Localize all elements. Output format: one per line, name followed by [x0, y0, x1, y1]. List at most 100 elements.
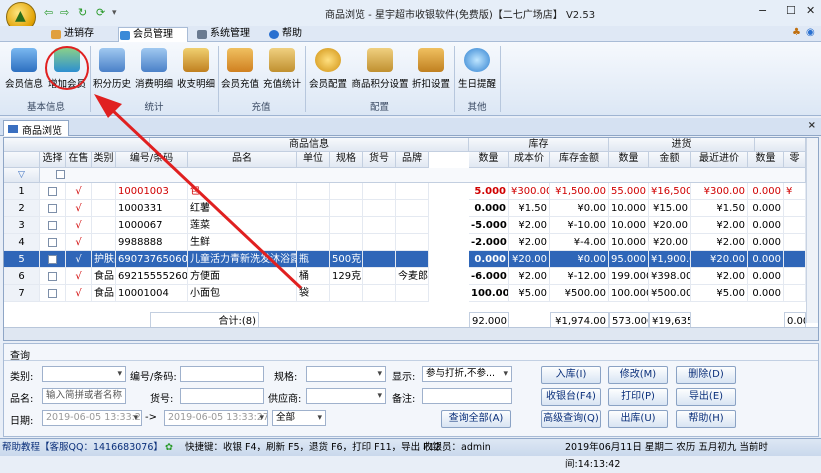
huohao-input[interactable] [180, 388, 264, 404]
filter-row[interactable] [40, 168, 806, 183]
quick-access-dropdown-icon[interactable]: ▾ [112, 8, 117, 18]
column-header[interactable]: 成本价 [509, 152, 550, 168]
close-tab-button[interactable]: × [808, 120, 816, 131]
column-header[interactable]: 单位 [297, 152, 330, 168]
query-all-button[interactable]: 查询全部(A) [441, 410, 511, 428]
checkbox[interactable] [48, 186, 57, 196]
help-button[interactable]: 帮助(H) [676, 410, 736, 428]
note-input[interactable] [422, 388, 512, 404]
member-config-button[interactable]: 会员配置 [307, 48, 349, 90]
column-header[interactable]: 类别 [92, 152, 116, 168]
tab-system-management[interactable]: 系统管理 [196, 27, 262, 42]
points-history-button[interactable]: 积分历史 [92, 48, 132, 90]
income-expense-button[interactable]: 收支明细 [176, 48, 216, 90]
row-select-checkbox[interactable] [40, 268, 66, 285]
maximize-button[interactable]: ☐ [786, 4, 796, 17]
modify-button[interactable]: 修改(M) [608, 366, 668, 384]
date-range-select[interactable]: 全部 [272, 410, 326, 426]
row-select-checkbox[interactable] [40, 251, 66, 268]
display-label: 显示: [392, 372, 416, 383]
display-select[interactable]: 参与打折,不参... [422, 366, 512, 382]
forward-icon[interactable]: ⇨ [60, 6, 69, 19]
column-header[interactable]: 最近进价 [691, 152, 748, 168]
checkbox[interactable] [48, 203, 57, 213]
stock-out-button[interactable]: 出库(U) [608, 410, 668, 428]
cell-cat [92, 200, 116, 217]
column-header[interactable]: 库存金额 [550, 152, 609, 168]
row-select-checkbox[interactable] [40, 285, 66, 302]
sync-icon[interactable]: ⟳ [96, 6, 105, 19]
column-header[interactable]: 金额 [649, 152, 691, 168]
cell-in_qty: 199.000 [609, 268, 649, 285]
export-button[interactable]: 导出(E) [676, 388, 736, 406]
column-header[interactable]: 数量 [748, 152, 784, 168]
consumption-detail-button[interactable]: 消费明细 [134, 48, 174, 90]
button-label: 生日提醒 [457, 79, 496, 90]
filter-icon[interactable]: ▽ [4, 168, 40, 183]
code-input[interactable] [180, 366, 264, 382]
cart-icon[interactable]: ♣ [792, 27, 801, 38]
cell-name: 包 [188, 183, 297, 200]
recharge-icon [227, 48, 253, 72]
category-select[interactable] [42, 366, 126, 382]
spec-select[interactable] [306, 366, 386, 382]
help-tutorial-link[interactable]: 帮助教程【客服QQ：1416683076】 [2, 439, 163, 456]
horizontal-scrollbar[interactable] [4, 327, 818, 340]
advanced-query-button[interactable]: 高级查询(Q) [541, 410, 601, 428]
column-header[interactable]: 规格 [330, 152, 363, 168]
discount-settings-button[interactable]: 折扣设置 [410, 48, 452, 90]
tab-member-management[interactable]: 会员管理 [118, 27, 188, 43]
tab-jinxiaocun[interactable]: 进销存 [50, 27, 108, 42]
checkbox[interactable] [48, 288, 57, 298]
column-header[interactable]: 零 [784, 152, 806, 168]
help-circle-icon[interactable]: ◉ [806, 27, 815, 38]
member-recharge-button[interactable]: 会员充值 [220, 48, 260, 90]
vertical-scrollbar[interactable] [806, 138, 818, 323]
recharge-stats-icon [269, 48, 295, 72]
consumption-detail-icon [141, 48, 167, 72]
delete-button[interactable]: 删除(D) [676, 366, 736, 384]
checkbox[interactable] [48, 237, 57, 247]
checkbox[interactable] [48, 271, 57, 281]
name-input[interactable]: 输入简拼或者名称 [42, 388, 126, 404]
column-header[interactable]: 货号 [363, 152, 396, 168]
column-header[interactable]: 品名 [188, 152, 297, 168]
back-icon[interactable]: ⇦ [44, 6, 53, 19]
filter-select-checkbox[interactable] [56, 170, 65, 179]
column-header[interactable]: 品牌 [396, 152, 429, 168]
member-info-button[interactable]: 会员信息 [4, 48, 44, 90]
row-select-checkbox[interactable] [40, 217, 66, 234]
birthday-reminder-button[interactable]: 生日提醒 [456, 48, 498, 90]
cell-qty: -2.000 [469, 234, 509, 251]
checkbox[interactable] [48, 220, 57, 230]
product-points-settings-button[interactable]: 商品积分设置 [351, 48, 409, 90]
date-to-picker[interactable]: 2019-06-05 13:33:27 [164, 410, 268, 426]
column-header[interactable]: 数量 [609, 152, 649, 168]
cashier-button[interactable]: 收银台(F4) [541, 388, 601, 406]
column-header[interactable]: 选择 [40, 152, 66, 168]
tab-help[interactable]: 帮助 [268, 27, 310, 42]
close-button[interactable]: ✕ [806, 4, 815, 17]
button-label: 会员信息 [4, 79, 43, 90]
cell-last_price: ¥1.50 [691, 200, 748, 217]
cell-huohao [363, 234, 396, 251]
column-header[interactable]: 在售 [66, 152, 92, 168]
refresh-icon[interactable]: ↻ [78, 6, 87, 19]
row-select-checkbox[interactable] [40, 183, 66, 200]
minimize-button[interactable]: − [758, 4, 767, 17]
product-points-icon [367, 48, 393, 72]
cell-cost: ¥2.00 [509, 234, 550, 251]
row-select-checkbox[interactable] [40, 200, 66, 217]
column-header[interactable]: 数量 [469, 152, 509, 168]
cell-code: 1000067 [116, 217, 188, 234]
column-header[interactable]: 编号/条码 [116, 152, 188, 168]
row-select-checkbox[interactable] [40, 234, 66, 251]
recharge-stats-button[interactable]: 充值统计 [262, 48, 302, 90]
print-button[interactable]: 打印(P) [608, 388, 668, 406]
stock-in-button[interactable]: 入库(I) [541, 366, 601, 384]
supplier-select[interactable] [306, 388, 386, 404]
cell-name: 方便面 [188, 268, 297, 285]
tab-product-browse[interactable]: 商品浏览 [3, 120, 69, 137]
date-from-picker[interactable]: 2019-06-05 13:33:27 [42, 410, 142, 426]
checkbox[interactable] [48, 254, 57, 264]
